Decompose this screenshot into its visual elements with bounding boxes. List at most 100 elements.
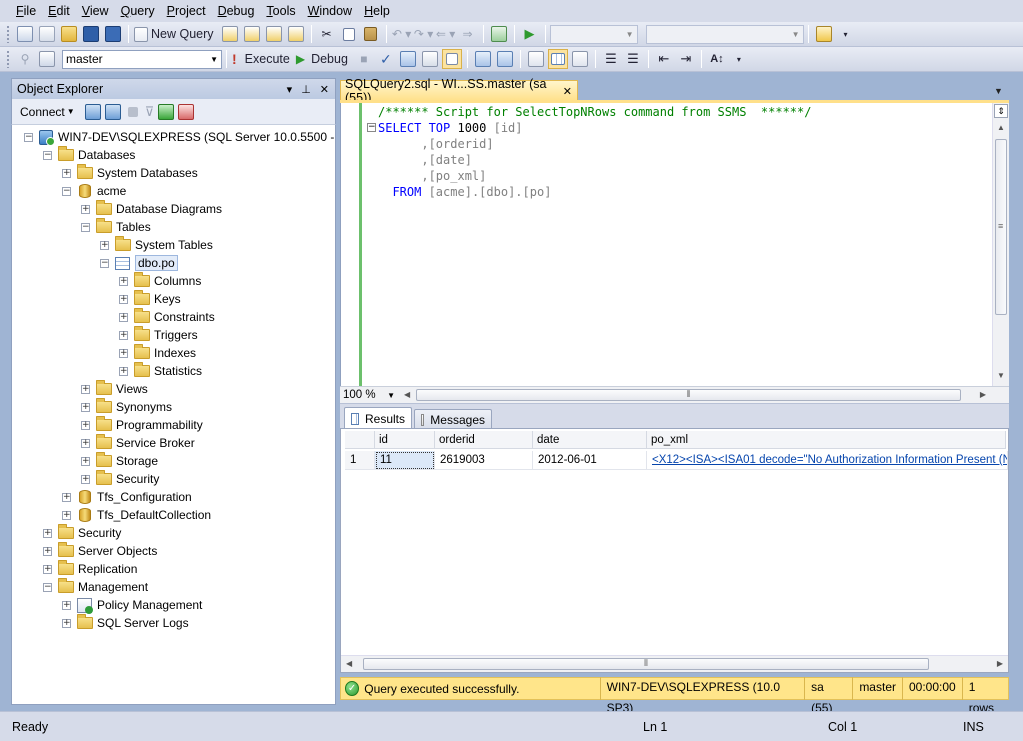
scroll-thumb[interactable]: ⦀: [363, 658, 929, 670]
specify-template-values-icon[interactable]: A↕: [707, 49, 727, 69]
results-to-file-icon[interactable]: [570, 49, 590, 69]
toolbar-options-icon[interactable]: ▾: [836, 24, 856, 44]
expand-icon[interactable]: +: [119, 330, 128, 340]
expand-icon[interactable]: +: [62, 510, 71, 520]
tree-node[interactable]: + Replication: [43, 560, 137, 578]
debug-button[interactable]: ▶ Debug: [296, 49, 352, 69]
tree-node[interactable]: + Constraints: [119, 308, 215, 326]
tree-node[interactable]: + Database Diagrams: [81, 200, 222, 218]
display-estimated-plan-icon[interactable]: [398, 49, 418, 69]
new-project-icon[interactable]: [15, 24, 35, 44]
tree-node[interactable]: + Columns: [119, 272, 201, 290]
expand-icon[interactable]: +: [119, 366, 128, 376]
paste-icon[interactable]: [361, 24, 381, 44]
available-databases-combo[interactable]: master ▼: [62, 49, 222, 69]
scroll-left-icon[interactable]: ◀: [346, 659, 352, 668]
change-connection-icon[interactable]: [37, 49, 57, 69]
xmla-query-icon[interactable]: [286, 24, 306, 44]
toolbar-grip[interactable]: [6, 50, 10, 68]
copy-icon[interactable]: [339, 24, 359, 44]
tree-node[interactable]: + System Databases: [62, 164, 198, 182]
tree-node[interactable]: + Security: [81, 470, 159, 488]
expand-icon[interactable]: +: [62, 618, 71, 628]
scroll-left-icon[interactable]: ◀: [404, 390, 410, 399]
tree-node[interactable]: + Tfs_Configuration: [62, 488, 192, 506]
save-all-icon[interactable]: [103, 24, 123, 44]
expand-icon[interactable]: +: [62, 168, 71, 178]
filter-icon[interactable]: ⊽: [145, 104, 155, 120]
xml-link-cell[interactable]: <X12><ISA><ISA01 decode="No Authorizatio…: [647, 451, 1008, 470]
tab-results[interactable]: Results: [344, 407, 412, 429]
expand-icon[interactable]: +: [81, 402, 90, 412]
grid-corner[interactable]: [345, 431, 375, 449]
expand-icon[interactable]: +: [119, 312, 128, 322]
expand-icon[interactable]: +: [43, 564, 52, 574]
collapse-icon[interactable]: −: [62, 186, 71, 196]
navigate-backward-icon[interactable]: ⇐ ▾: [436, 24, 456, 44]
menu-debug[interactable]: Debug: [212, 0, 261, 22]
column-header[interactable]: orderid: [435, 431, 533, 449]
tree-node[interactable]: + Tfs_DefaultCollection: [62, 506, 211, 524]
editor-horizontal-scrollbar[interactable]: ◀ ⦀ ▶: [402, 389, 988, 402]
include-actual-plan-icon[interactable]: [473, 49, 493, 69]
expand-icon[interactable]: +: [119, 294, 128, 304]
table-cell[interactable]: 2619003: [435, 451, 533, 470]
sql-editor[interactable]: /****** Script for SelectTopNRows comman…: [340, 103, 1009, 386]
expand-icon[interactable]: +: [119, 276, 128, 286]
toolbar-grip[interactable]: [6, 25, 10, 43]
menu-view[interactable]: View: [76, 0, 115, 22]
scroll-right-icon[interactable]: ▶: [997, 659, 1003, 668]
connect-button[interactable]: Connect ▼: [20, 105, 75, 119]
tree-node[interactable]: + Statistics: [119, 362, 202, 380]
collapse-icon[interactable]: −: [100, 258, 109, 268]
tree-node[interactable]: + Policy Management: [62, 596, 202, 614]
column-header[interactable]: po_xml: [647, 431, 1006, 449]
menu-tools[interactable]: Tools: [260, 0, 301, 22]
client-statistics-icon[interactable]: [495, 49, 515, 69]
cut-icon[interactable]: ✂: [317, 24, 337, 44]
uncomment-icon[interactable]: ☰: [623, 49, 643, 69]
parse-icon[interactable]: ✓: [376, 49, 396, 69]
cancel-query-icon[interactable]: ■: [354, 49, 374, 69]
scroll-thumb[interactable]: ⦀: [416, 389, 961, 401]
close-icon[interactable]: ✕: [320, 83, 329, 96]
refresh-icon[interactable]: [158, 103, 175, 120]
results-horizontal-scrollbar[interactable]: ◀ ⦀ ▶: [341, 655, 1008, 672]
solution-configuration-combo[interactable]: ▼: [549, 24, 638, 44]
collapse-icon[interactable]: −: [24, 132, 33, 142]
scroll-up-icon[interactable]: ▲: [997, 123, 1005, 132]
tree-node[interactable]: + Views: [81, 380, 148, 398]
properties-icon[interactable]: [814, 24, 834, 44]
menu-help[interactable]: Help: [358, 0, 396, 22]
database-engine-query-icon[interactable]: [220, 24, 240, 44]
increase-indent-icon[interactable]: ⇥: [676, 49, 696, 69]
collapse-region-icon[interactable]: −: [367, 123, 376, 132]
expand-icon[interactable]: +: [81, 438, 90, 448]
decrease-indent-icon[interactable]: ⇤: [654, 49, 674, 69]
tree-node[interactable]: − Databases: [43, 146, 135, 164]
results-to-text-toggle-icon[interactable]: [526, 49, 546, 69]
redo-icon[interactable]: ↷ ▾: [414, 24, 434, 44]
expand-icon[interactable]: +: [81, 420, 90, 430]
row-number[interactable]: 1: [345, 451, 375, 470]
column-header[interactable]: date: [533, 431, 647, 449]
menu-file[interactable]: File: [10, 0, 42, 22]
results-to-grid-icon[interactable]: [547, 49, 568, 69]
menu-edit[interactable]: Edit: [42, 0, 76, 22]
tree-node[interactable]: + Synonyms: [81, 398, 172, 416]
table-cell[interactable]: 2012-06-01: [533, 451, 647, 470]
open-file-icon[interactable]: [59, 24, 79, 44]
expand-icon[interactable]: +: [81, 204, 90, 214]
menu-query[interactable]: Query: [115, 0, 161, 22]
expand-icon[interactable]: +: [62, 600, 71, 610]
activity-monitor-icon[interactable]: [178, 103, 195, 120]
comment-out-icon[interactable]: ☰: [601, 49, 621, 69]
new-query-button[interactable]: New Query: [134, 24, 218, 44]
connect-server-icon[interactable]: [84, 103, 101, 120]
tree-node[interactable]: − WIN7-DEV\SQLEXPRESS (SQL Server 10.0.55…: [24, 128, 335, 146]
expand-icon[interactable]: +: [43, 528, 52, 538]
tree-node[interactable]: − acme: [62, 182, 126, 200]
expand-icon[interactable]: +: [81, 384, 90, 394]
toolbar-options-icon[interactable]: ▾: [729, 49, 749, 69]
stop-icon[interactable]: [127, 106, 138, 117]
